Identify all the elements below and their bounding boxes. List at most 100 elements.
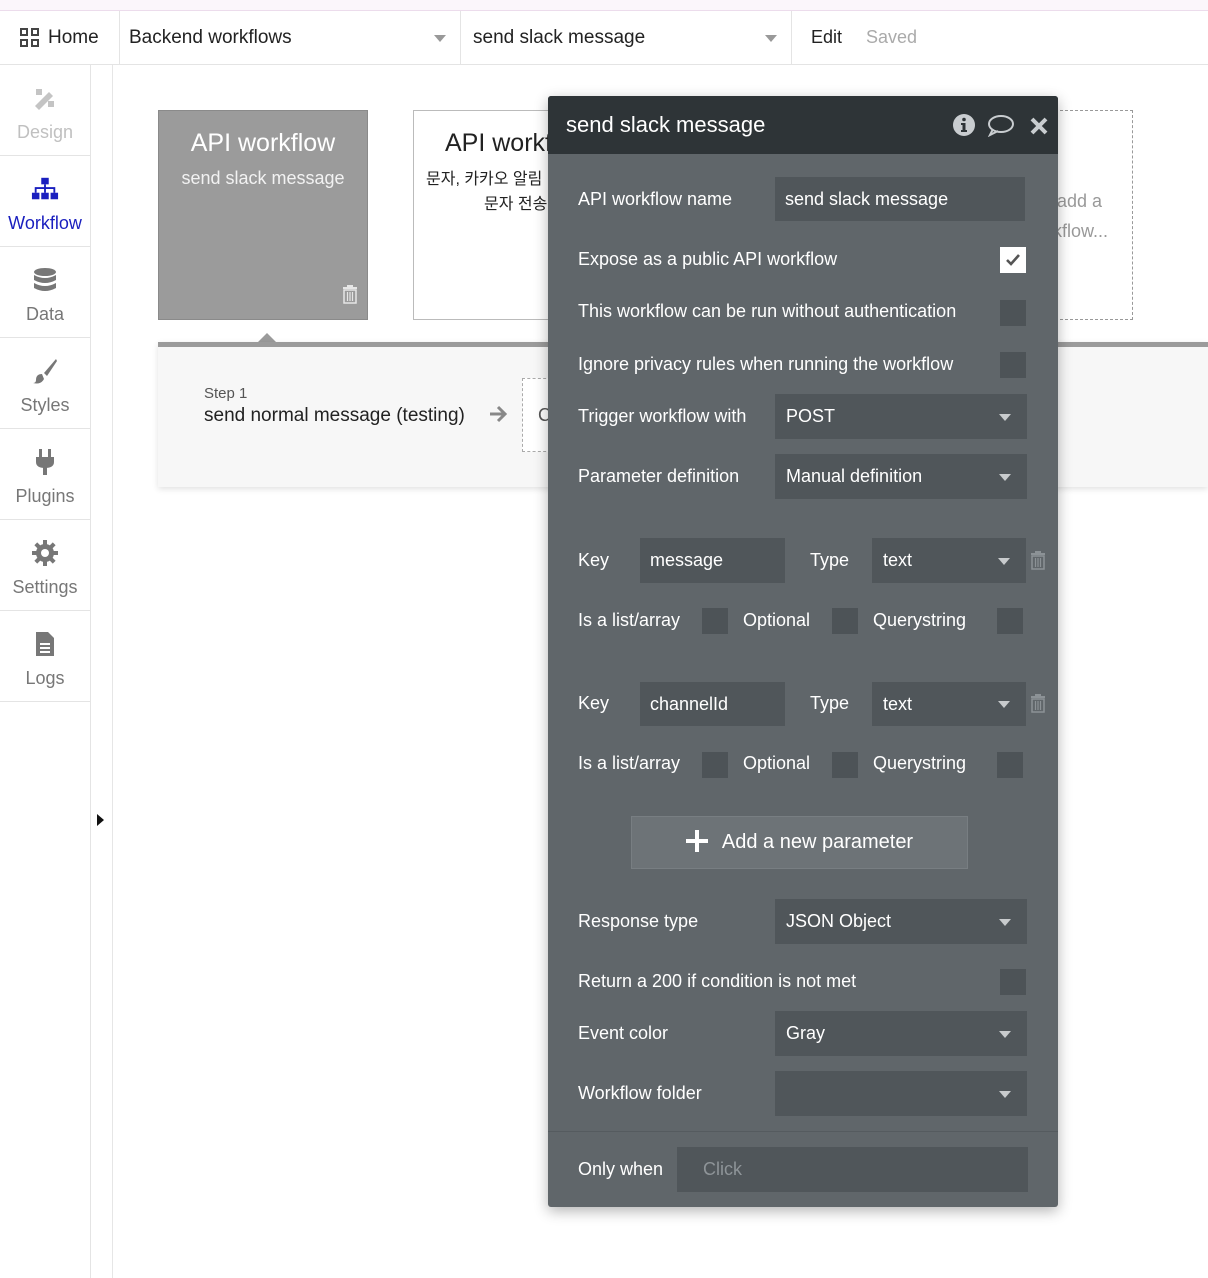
sidebar-item-label: Logs: [25, 668, 65, 688]
param-querystring-checkbox[interactable]: [997, 752, 1023, 778]
param-list-checkbox[interactable]: [702, 752, 728, 778]
page-selector-dropdown[interactable]: Backend workflows: [121, 11, 461, 65]
arrow-right-icon: [488, 404, 510, 430]
chevron-down-icon: [999, 413, 1011, 421]
param-optional-label: Optional: [743, 753, 811, 773]
sidebar-item-design[interactable]: Design: [0, 65, 90, 156]
step-pointer: [258, 333, 276, 342]
no-auth-checkbox[interactable]: [1000, 300, 1026, 326]
param-optional-label: Optional: [743, 610, 811, 630]
sidebar-item-data[interactable]: Data: [0, 247, 90, 338]
expose-public-checkbox[interactable]: [1000, 247, 1026, 273]
parameter-definition-dropdown[interactable]: Manual definition: [775, 454, 1027, 499]
gear-icon: [31, 539, 59, 567]
only-when-placeholder: Click: [703, 1159, 742, 1179]
param-key-value: message: [650, 550, 724, 570]
sidebar-item-settings[interactable]: Settings: [0, 520, 90, 611]
home-button[interactable]: Home: [0, 11, 120, 65]
param-querystring-label: Querystring: [873, 753, 967, 773]
param-key-input[interactable]: message: [640, 538, 785, 583]
save-status: Saved: [866, 27, 918, 47]
card-subtitle-2: 문자 전송: [484, 196, 548, 213]
left-sidebar: Design Workflow Data Styles Plugins Sett…: [0, 65, 91, 1278]
response-type-label: Response type: [578, 911, 699, 931]
top-bar: Home Backend workflows send slack messag…: [0, 11, 1208, 65]
document-icon: [31, 630, 59, 658]
sidebar-item-label: Workflow: [8, 213, 82, 233]
trigger-method-dropdown[interactable]: POST: [775, 394, 1027, 439]
card-title: API workflow: [190, 129, 336, 157]
info-icon[interactable]: [952, 113, 976, 142]
param-type-dropdown[interactable]: text: [872, 682, 1026, 726]
sidebar-item-styles[interactable]: Styles: [0, 338, 90, 429]
ignore-privacy-label: Ignore privacy rules when running the wo…: [578, 354, 954, 374]
trash-icon[interactable]: [342, 285, 358, 309]
workflow-icon: [31, 175, 59, 203]
plus-icon: [685, 828, 708, 858]
chevron-down-icon: [434, 35, 446, 42]
trigger-label: Trigger workflow with: [578, 406, 747, 426]
no-auth-label: This workflow can be run without authent…: [578, 301, 957, 321]
event-color-dropdown[interactable]: Gray: [775, 1011, 1027, 1056]
param-querystring-checkbox[interactable]: [997, 608, 1023, 634]
step-action[interactable]: send normal message (testing): [204, 405, 465, 427]
expose-public-label: Expose as a public API workflow: [578, 249, 838, 269]
add-parameter-button[interactable]: Add a new parameter: [631, 816, 968, 869]
sidebar-item-workflow[interactable]: Workflow: [0, 156, 90, 247]
canvas-border: [112, 65, 113, 1278]
chevron-down-icon: [999, 473, 1011, 481]
delete-parameter-icon[interactable]: [1030, 694, 1046, 718]
edit-menu[interactable]: Edit: [811, 27, 842, 48]
param-key-input[interactable]: channelId: [640, 682, 785, 726]
ignore-privacy-checkbox[interactable]: [1000, 352, 1026, 378]
param-type-label: Type: [810, 693, 850, 713]
workflow-selector-value: send slack message: [473, 27, 646, 48]
param-key-label: Key: [578, 550, 610, 570]
step-number: Step 1: [204, 385, 248, 402]
workflow-selector-dropdown[interactable]: send slack message: [462, 11, 792, 65]
chevron-down-icon: [999, 918, 1011, 926]
card-subtitle: 문자, 카카오 알림: [426, 171, 543, 188]
delete-parameter-icon[interactable]: [1030, 551, 1046, 575]
expand-arrow-icon[interactable]: [97, 814, 104, 826]
chevron-down-icon: [998, 701, 1010, 708]
sidebar-item-label: Plugins: [15, 486, 75, 506]
param-key-value: channelId: [650, 693, 729, 714]
param-key-label: Key: [578, 693, 610, 713]
api-workflow-card-2[interactable]: API workf 문자, 카카오 알림 문자 전송: [413, 110, 563, 320]
card-title: API workf: [445, 129, 552, 157]
sidebar-item-label: Settings: [12, 577, 78, 597]
param-type-dropdown[interactable]: text: [872, 538, 1026, 583]
grid-icon: [20, 28, 40, 48]
api-workflow-name-input[interactable]: send slack message: [775, 177, 1025, 221]
workflow-folder-dropdown[interactable]: [775, 1071, 1027, 1116]
return-200-label: Return a 200 if condition is not met: [578, 971, 857, 991]
response-type-dropdown[interactable]: JSON Object: [775, 899, 1027, 944]
chevron-down-icon: [999, 1090, 1011, 1098]
api-workflow-card[interactable]: API workflow send slack message: [158, 110, 368, 320]
return-200-checkbox[interactable]: [1000, 969, 1026, 995]
trigger-method-value: POST: [786, 406, 836, 426]
only-when-condition-input[interactable]: Click: [677, 1147, 1028, 1192]
database-icon: [31, 266, 59, 294]
param-optional-checkbox[interactable]: [832, 608, 858, 634]
param-optional-checkbox[interactable]: [832, 752, 858, 778]
add-parameter-label: Add a new parameter: [721, 831, 914, 853]
panel-title: send slack message: [566, 112, 766, 137]
sidebar-item-plugins[interactable]: Plugins: [0, 429, 90, 520]
card-subtitle: send slack message: [181, 168, 345, 188]
placeholder-line-1: add a: [1057, 191, 1103, 211]
chevron-down-icon: [999, 1030, 1011, 1038]
brush-icon: [31, 357, 59, 385]
response-type-value: JSON Object: [786, 911, 892, 931]
comment-icon[interactable]: [987, 113, 1015, 142]
event-color-label: Event color: [578, 1023, 669, 1043]
param-type-value: text: [883, 693, 913, 714]
sidebar-item-logs[interactable]: Logs: [0, 611, 90, 702]
only-when-label: Only when: [578, 1159, 664, 1179]
param-type-value: text: [883, 550, 913, 570]
workflow-property-editor: send slack message API workflow name sen…: [548, 96, 1058, 1207]
close-icon[interactable]: [1029, 116, 1049, 141]
param-list-label: Is a list/array: [578, 610, 681, 630]
param-list-checkbox[interactable]: [702, 608, 728, 634]
